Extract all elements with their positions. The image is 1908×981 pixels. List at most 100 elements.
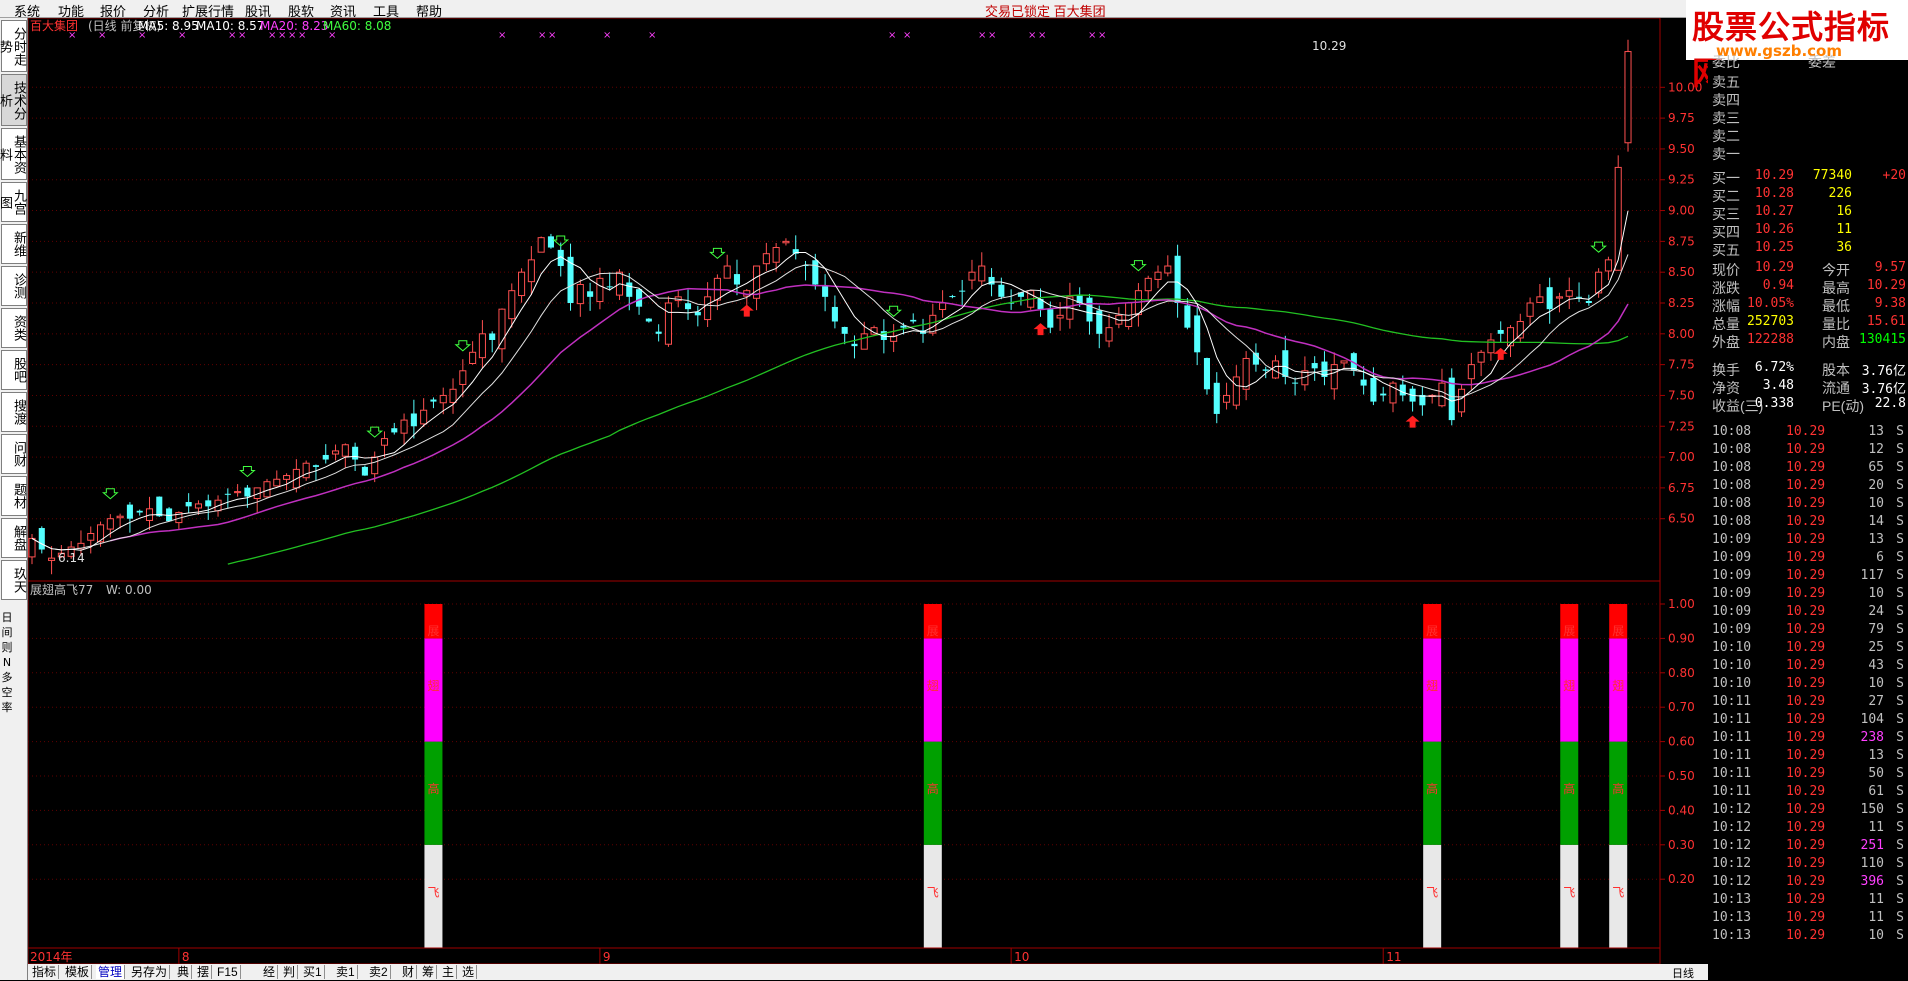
candle-body: [1380, 393, 1387, 396]
tick-price: 10.29: [1786, 874, 1826, 889]
left-lower-label-1: 间: [1, 626, 13, 639]
bottom-tab-9[interactable]: 买1: [301, 965, 325, 979]
tick-volume: 13: [1868, 424, 1884, 439]
bottom-tab-8[interactable]: 判: [281, 965, 299, 979]
bottom-tab-0[interactable]: 指标: [30, 965, 60, 979]
left-tab-5[interactable]: 诊测: [1, 266, 27, 306]
bottom-tab-4[interactable]: 典: [175, 965, 193, 979]
sell-row: 卖三: [1708, 108, 1908, 126]
left-tab-8[interactable]: 搜渡: [1, 392, 27, 432]
bottom-tab-13[interactable]: 筹: [420, 965, 438, 979]
left-tab-2[interactable]: 基本资料: [0, 128, 27, 180]
left-tab-11[interactable]: 解盘: [1, 518, 27, 558]
tick-direction: S: [1896, 532, 1904, 547]
left-tab-3[interactable]: 九宫图: [0, 182, 27, 222]
candle-body: [38, 528, 45, 550]
left-tab-4[interactable]: 新维: [1, 224, 27, 264]
left-tab-1[interactable]: 技术分析: [0, 74, 27, 126]
buy-price: 10.25: [1754, 240, 1794, 255]
sell-row: 卖一: [1708, 144, 1908, 162]
bottom-tab-6[interactable]: F15: [215, 965, 241, 979]
stat-row: 涨幅 10.05% 最低 9.38: [1708, 296, 1908, 314]
candle-body: [694, 311, 701, 316]
buy-volume: 16: [1836, 204, 1852, 219]
candle-body: [939, 302, 947, 310]
candle-body: [331, 450, 340, 455]
candle-body: [1624, 51, 1632, 144]
left-tab-0[interactable]: 分时走势: [0, 20, 27, 72]
tick-price: 10.29: [1786, 532, 1826, 547]
period-bar: 日线: [1668, 964, 1708, 980]
bottom-tab-15[interactable]: 选: [460, 965, 478, 979]
candle-body: [978, 265, 986, 282]
signal-char: 飞: [1426, 885, 1438, 899]
top-mark: ×: [978, 30, 986, 41]
bottom-tab-5[interactable]: 摆: [195, 965, 213, 979]
tick-time: 10:08: [1712, 460, 1752, 475]
candle-body: [1203, 358, 1211, 390]
tick-price: 10.29: [1786, 694, 1826, 709]
price-tick-label: 8.75: [1668, 234, 1695, 248]
tick-row: 10:09 10.29 24 S: [1708, 604, 1908, 622]
left-tab-12[interactable]: 玖天: [1, 560, 27, 600]
candle-body: [664, 302, 672, 345]
candle-body: [1056, 314, 1064, 319]
bottom-tab-11[interactable]: 卖2: [367, 965, 391, 979]
stat-label: 涨跌: [1712, 280, 1740, 296]
left-tab-9[interactable]: 问财: [1, 434, 27, 474]
tick-time: 10:09: [1712, 568, 1752, 583]
tick-volume: 10: [1868, 928, 1884, 943]
candle-body: [547, 236, 554, 248]
bottom-tab-2[interactable]: 管理: [96, 965, 126, 979]
candle-body: [1438, 382, 1446, 407]
bottom-tab-12[interactable]: 财: [400, 965, 418, 979]
left-tab-6[interactable]: 资类: [1, 308, 27, 348]
bottom-tab-3[interactable]: 另存为: [129, 965, 171, 979]
stat-value: 252703: [1747, 314, 1794, 329]
year-label: 2014年: [30, 950, 73, 964]
tick-time: 10:10: [1712, 676, 1752, 691]
tick-direction: S: [1896, 658, 1904, 673]
buy-price: 10.29: [1754, 168, 1794, 183]
candle-body: [459, 370, 467, 385]
tick-price: 10.29: [1786, 676, 1826, 691]
period-label[interactable]: 日线: [1672, 965, 1694, 981]
tick-time: 10:09: [1712, 550, 1752, 565]
stat-value2: 130415: [1859, 332, 1906, 347]
price-tick-label: 8.50: [1668, 265, 1695, 279]
stat-label: 总量: [1712, 316, 1740, 332]
tick-direction: S: [1896, 730, 1904, 745]
menu-bar: 系统 功能 报价 分析 扩展行情 股讯 股软 资讯 工具 帮助 交易已锁定 百大…: [0, 0, 1908, 19]
candle-body: [430, 399, 437, 402]
candle-body: [1105, 327, 1113, 342]
stat-label2: 最低: [1822, 298, 1850, 314]
top-mark: ×: [888, 30, 896, 41]
stat2-value2: 22.8: [1874, 396, 1906, 411]
tick-volume: 10: [1868, 676, 1884, 691]
kline-chart[interactable]: × × × × × × × × × × × × × × × × × × × × × × × × 10.009.759.509.…: [28, 18, 1708, 964]
bottom-tab-10[interactable]: 卖1: [334, 965, 358, 979]
bottom-tab-14[interactable]: 主: [440, 965, 458, 979]
stat-value2: 15.61: [1866, 314, 1906, 329]
top-mark: ×: [603, 30, 611, 41]
tick-row: 10:08 10.29 20 S: [1708, 478, 1908, 496]
tick-row: 10:11 10.29 50 S: [1708, 766, 1908, 784]
tick-price: 10.29: [1786, 784, 1826, 799]
sell-label: 卖一: [1712, 146, 1740, 162]
stat-value: 10.05%: [1747, 296, 1794, 311]
candle-body: [606, 286, 613, 288]
tick-volume: 110: [1860, 856, 1884, 871]
bottom-tab-7[interactable]: 经: [261, 965, 279, 979]
top-mark: ×: [1028, 30, 1036, 41]
tick-price: 10.29: [1786, 730, 1826, 745]
left-tab-7[interactable]: 股吧: [1, 350, 27, 390]
tick-volume: 11: [1868, 892, 1884, 907]
tick-direction: S: [1896, 568, 1904, 583]
bottom-tab-1[interactable]: 模板: [63, 965, 93, 979]
stat-value2: 10.29: [1866, 278, 1906, 293]
candle-body: [28, 537, 36, 558]
buy-price: 10.26: [1754, 222, 1794, 237]
left-tab-10[interactable]: 题材: [1, 476, 27, 516]
stat-label: 现价: [1712, 262, 1740, 278]
candle-body: [489, 333, 496, 340]
